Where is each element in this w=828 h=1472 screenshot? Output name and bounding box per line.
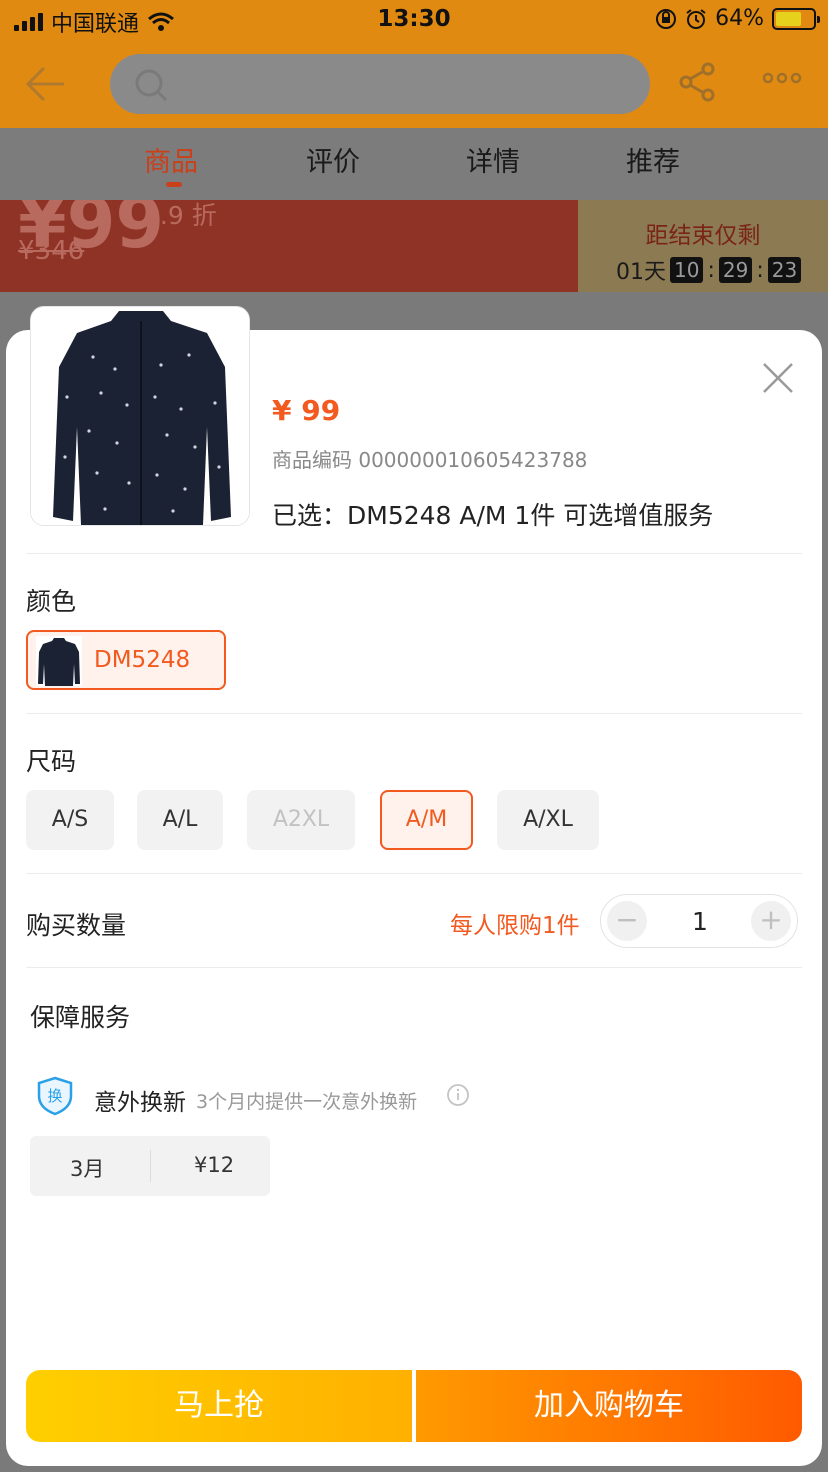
countdown-banner: 距结束仅剩 01天 10: 29: 23 bbox=[578, 200, 828, 292]
purchase-limit-note: 每人限购1件 bbox=[450, 913, 580, 939]
countdown-label: 距结束仅剩 bbox=[645, 223, 761, 249]
divider bbox=[26, 873, 802, 874]
share-icon[interactable] bbox=[678, 62, 716, 102]
tab-reviews[interactable]: 评价 bbox=[306, 140, 360, 179]
status-bar: 中国联通 13:30 64% bbox=[0, 0, 828, 40]
selected-summary: 已选：DM5248 A/M 1件 可选增值服务 bbox=[272, 501, 714, 530]
size-option-a2xl: A2XL bbox=[247, 790, 355, 850]
add-to-cart-button[interactable]: 加入购物车 bbox=[416, 1370, 802, 1442]
quantity-stepper: − 1 + bbox=[600, 894, 798, 948]
alarm-icon bbox=[686, 8, 706, 29]
lock-rotation-icon bbox=[656, 8, 677, 29]
search-icon bbox=[135, 69, 168, 102]
countdown-minutes: 29 bbox=[718, 257, 753, 283]
top-nav-bar bbox=[0, 40, 828, 128]
back-arrow-icon[interactable] bbox=[24, 64, 68, 104]
countdown-timer: 01天 10: 29: 23 bbox=[616, 254, 802, 286]
quantity-section-title: 购买数量 bbox=[26, 911, 127, 940]
size-option-am[interactable]: A/M bbox=[380, 790, 473, 850]
size-option-al[interactable]: A/L bbox=[137, 790, 223, 850]
divider bbox=[150, 1150, 151, 1182]
product-thumbnail bbox=[30, 306, 250, 526]
quantity-value[interactable]: 1 bbox=[671, 907, 729, 936]
plus-icon[interactable]: + bbox=[751, 901, 791, 941]
shield-exchange-icon-text: 换 bbox=[47, 1087, 62, 1105]
divider bbox=[26, 553, 802, 554]
search-input[interactable] bbox=[110, 54, 650, 114]
service-plan-price: ¥12 bbox=[194, 1153, 235, 1177]
service-plan-option[interactable]: 3月 ¥12 bbox=[30, 1136, 270, 1196]
buy-now-button[interactable]: 马上抢 bbox=[26, 1370, 412, 1442]
service-name: 意外换新 bbox=[94, 1090, 186, 1116]
selected-price: ¥ 99 bbox=[272, 394, 341, 427]
more-icon[interactable] bbox=[762, 70, 802, 86]
color-option-dm5248[interactable]: DM5248 bbox=[26, 630, 226, 690]
countdown-hours: 10 bbox=[670, 257, 704, 283]
tab-bar: 商品 评价 详情 推荐 bbox=[0, 128, 828, 200]
countdown-days: 01天 bbox=[616, 260, 666, 285]
color-option-thumbnail bbox=[36, 636, 82, 686]
shield-exchange-icon: 换 bbox=[37, 1076, 73, 1116]
tab-active-indicator bbox=[166, 182, 182, 187]
product-code: 商品编码 000000010605423788 bbox=[272, 448, 588, 472]
service-plan-term: 3月 bbox=[70, 1157, 105, 1181]
size-option-as[interactable]: A/S bbox=[26, 790, 114, 850]
status-right: 64% bbox=[655, 6, 820, 31]
size-section-title: 尺码 bbox=[26, 747, 77, 776]
jacket-image bbox=[31, 307, 249, 525]
divider bbox=[26, 967, 802, 968]
service-section-title: 保障服务 bbox=[30, 1003, 131, 1032]
size-option-axl[interactable]: A/XL bbox=[497, 790, 599, 850]
color-section-title: 颜色 bbox=[26, 587, 77, 616]
countdown-seconds: 23 bbox=[767, 257, 802, 283]
close-icon[interactable] bbox=[760, 360, 796, 396]
divider bbox=[26, 713, 802, 714]
tab-details[interactable]: 详情 bbox=[466, 140, 520, 179]
info-icon[interactable] bbox=[446, 1083, 470, 1107]
colon: : bbox=[756, 257, 764, 283]
minus-icon[interactable]: − bbox=[607, 901, 647, 941]
colon: : bbox=[707, 257, 715, 283]
promo-price-banner: ¥99 2.9 折 ¥346 bbox=[0, 200, 578, 292]
battery-percent: 64% bbox=[715, 6, 764, 31]
tab-recommend[interactable]: 推荐 bbox=[626, 140, 680, 179]
color-option-label: DM5248 bbox=[94, 647, 191, 673]
promo-discount: 2.9 折 bbox=[144, 201, 217, 230]
service-description: 3个月内提供一次意外换新 bbox=[196, 1091, 418, 1113]
battery-icon bbox=[772, 7, 820, 30]
tab-product[interactable]: 商品 bbox=[144, 140, 198, 179]
promo-original-price: ¥346 bbox=[18, 236, 85, 266]
